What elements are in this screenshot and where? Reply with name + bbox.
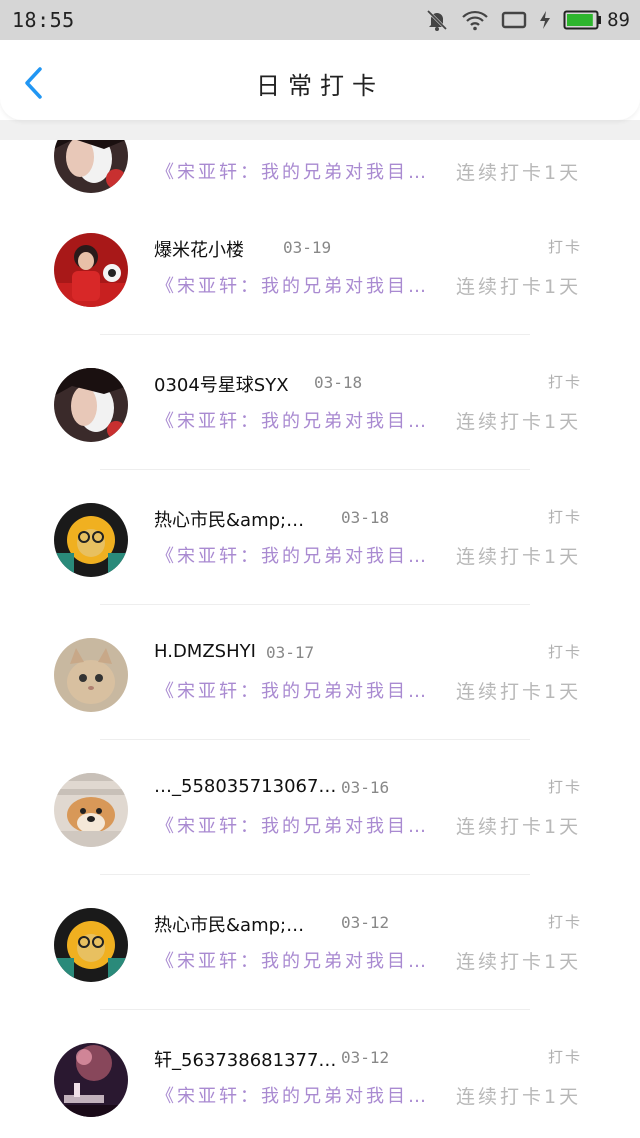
- screen-icon: [501, 11, 527, 29]
- battery-icon: [563, 10, 602, 30]
- charging-icon: [540, 11, 551, 29]
- streak-text: 连续打卡1天: [456, 1086, 582, 1108]
- list-item[interactable]: 0304号星球SYX 03-18 打卡 《宋亚轩：我的兄弟对我目… 连续打卡1天: [0, 335, 640, 470]
- user-name: 热心市民&amp;…: [154, 510, 305, 531]
- streak-text: 连续打卡1天: [456, 276, 582, 298]
- list-item[interactable]: …_558035713067… 03-16 打卡 《宋亚轩：我的兄弟对我目… 连…: [0, 740, 640, 875]
- quote-link[interactable]: 《宋亚轩：我的兄弟对我目…: [156, 272, 429, 298]
- quote-link[interactable]: 《宋亚轩：我的兄弟对我目…: [156, 812, 429, 838]
- checkin-label[interactable]: 打卡: [548, 236, 582, 257]
- item-date: 03-18: [314, 373, 363, 392]
- streak-text: 连续打卡1天: [456, 162, 582, 184]
- checkin-label[interactable]: 打卡: [548, 641, 582, 662]
- page-title: 日常打卡: [256, 72, 384, 100]
- quote-link[interactable]: 《宋亚轩：我的兄弟对我目…: [156, 677, 429, 703]
- user-name: 轩_563738681377…: [154, 1050, 337, 1071]
- item-date: 03-18: [341, 508, 390, 527]
- streak-text: 连续打卡1天: [456, 816, 582, 838]
- avatar[interactable]: [54, 503, 128, 577]
- user-name: 爆米花小楼: [154, 240, 244, 261]
- list-item[interactable]: 热心市民&amp;… 03-18 打卡 《宋亚轩：我的兄弟对我目… 连续打卡1天: [0, 470, 640, 605]
- header-shadow: [0, 120, 640, 140]
- user-name: 热心市民&amp;…: [154, 915, 305, 936]
- checkin-label[interactable]: 打卡: [548, 911, 582, 932]
- quote-link[interactable]: 《宋亚轩：我的兄弟对我目…: [156, 158, 429, 184]
- item-date: 03-19: [283, 238, 332, 257]
- wifi-icon: [462, 10, 488, 31]
- streak-text: 连续打卡1天: [456, 951, 582, 973]
- status-bar: 18:55 89: [0, 0, 640, 40]
- avatar[interactable]: [54, 773, 128, 847]
- user-name: 0304号星球SYX: [154, 375, 289, 396]
- checkin-list[interactable]: 《宋亚轩：我的兄弟对我目… 连续打卡1天 爆米花小楼 03-19 打卡 《宋亚轩…: [0, 0, 640, 1138]
- user-name: …_558035713067…: [154, 776, 337, 797]
- checkin-label[interactable]: 打卡: [548, 776, 582, 797]
- list-item[interactable]: 爆米花小楼 03-19 打卡 《宋亚轩：我的兄弟对我目… 连续打卡1天: [0, 200, 640, 335]
- battery-percent: 89: [607, 9, 630, 31]
- item-date: 03-12: [341, 1048, 390, 1067]
- item-date: 03-17: [266, 643, 315, 662]
- item-date: 03-12: [341, 913, 390, 932]
- list-item[interactable]: 轩_563738681377… 03-12 打卡 《宋亚轩：我的兄弟对我目… 连…: [0, 1010, 640, 1138]
- avatar[interactable]: [54, 233, 128, 307]
- quote-link[interactable]: 《宋亚轩：我的兄弟对我目…: [156, 407, 429, 433]
- quote-link[interactable]: 《宋亚轩：我的兄弟对我目…: [156, 542, 429, 568]
- app-header: 日常打卡: [0, 40, 640, 120]
- item-date: 03-16: [341, 778, 390, 797]
- checkin-label[interactable]: 打卡: [548, 1046, 582, 1067]
- avatar[interactable]: [54, 1043, 128, 1117]
- quote-link[interactable]: 《宋亚轩：我的兄弟对我目…: [156, 947, 429, 973]
- avatar[interactable]: [54, 908, 128, 982]
- streak-text: 连续打卡1天: [456, 546, 582, 568]
- list-item[interactable]: 热心市民&amp;… 03-12 打卡 《宋亚轩：我的兄弟对我目… 连续打卡1天: [0, 875, 640, 1010]
- checkin-label[interactable]: 打卡: [548, 371, 582, 392]
- streak-text: 连续打卡1天: [456, 681, 582, 703]
- list-item[interactable]: H.DMZSHYI 03-17 打卡 《宋亚轩：我的兄弟对我目… 连续打卡1天: [0, 605, 640, 740]
- user-name: H.DMZSHYI: [154, 641, 256, 662]
- avatar[interactable]: [54, 368, 128, 442]
- avatar[interactable]: [54, 638, 128, 712]
- mute-bell-icon: [427, 9, 448, 31]
- quote-link[interactable]: 《宋亚轩：我的兄弟对我目…: [156, 1082, 429, 1108]
- checkin-label[interactable]: 打卡: [548, 506, 582, 527]
- status-time: 18:55: [12, 8, 75, 32]
- streak-text: 连续打卡1天: [456, 411, 582, 433]
